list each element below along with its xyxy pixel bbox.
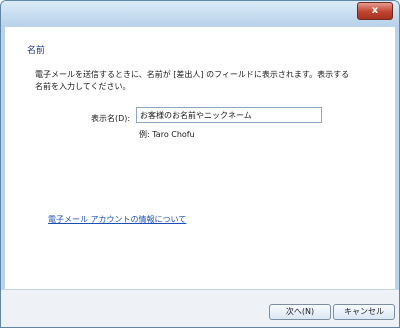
content-area: 名前 電子メールを送信するときに、名前が [差出人] のフィールドに表示されます…	[5, 27, 395, 289]
display-name-label: 表示名(D):	[91, 114, 131, 123]
next-button[interactable]: 次へ(N)	[269, 304, 331, 320]
example-text: 例: Taro Chofu	[139, 130, 195, 139]
footer-bar: 次へ(N) キャンセル	[1, 289, 399, 327]
display-name-input[interactable]	[136, 107, 322, 123]
help-link[interactable]: 電子メール アカウントの情報について	[48, 214, 186, 225]
close-icon: x	[371, 5, 379, 16]
title-bar: x	[1, 1, 399, 25]
close-button[interactable]: x	[357, 2, 393, 20]
cancel-button[interactable]: キャンセル	[333, 304, 395, 320]
description-text: 電子メールを送信するときに、名前が [差出人] のフィールドに表示されます。表示…	[35, 70, 350, 91]
wizard-window: x ← 名前 電子メールを送信するときに、名前が [差出人] のフィールドに表示…	[0, 0, 400, 328]
page-title: 名前	[27, 46, 46, 56]
